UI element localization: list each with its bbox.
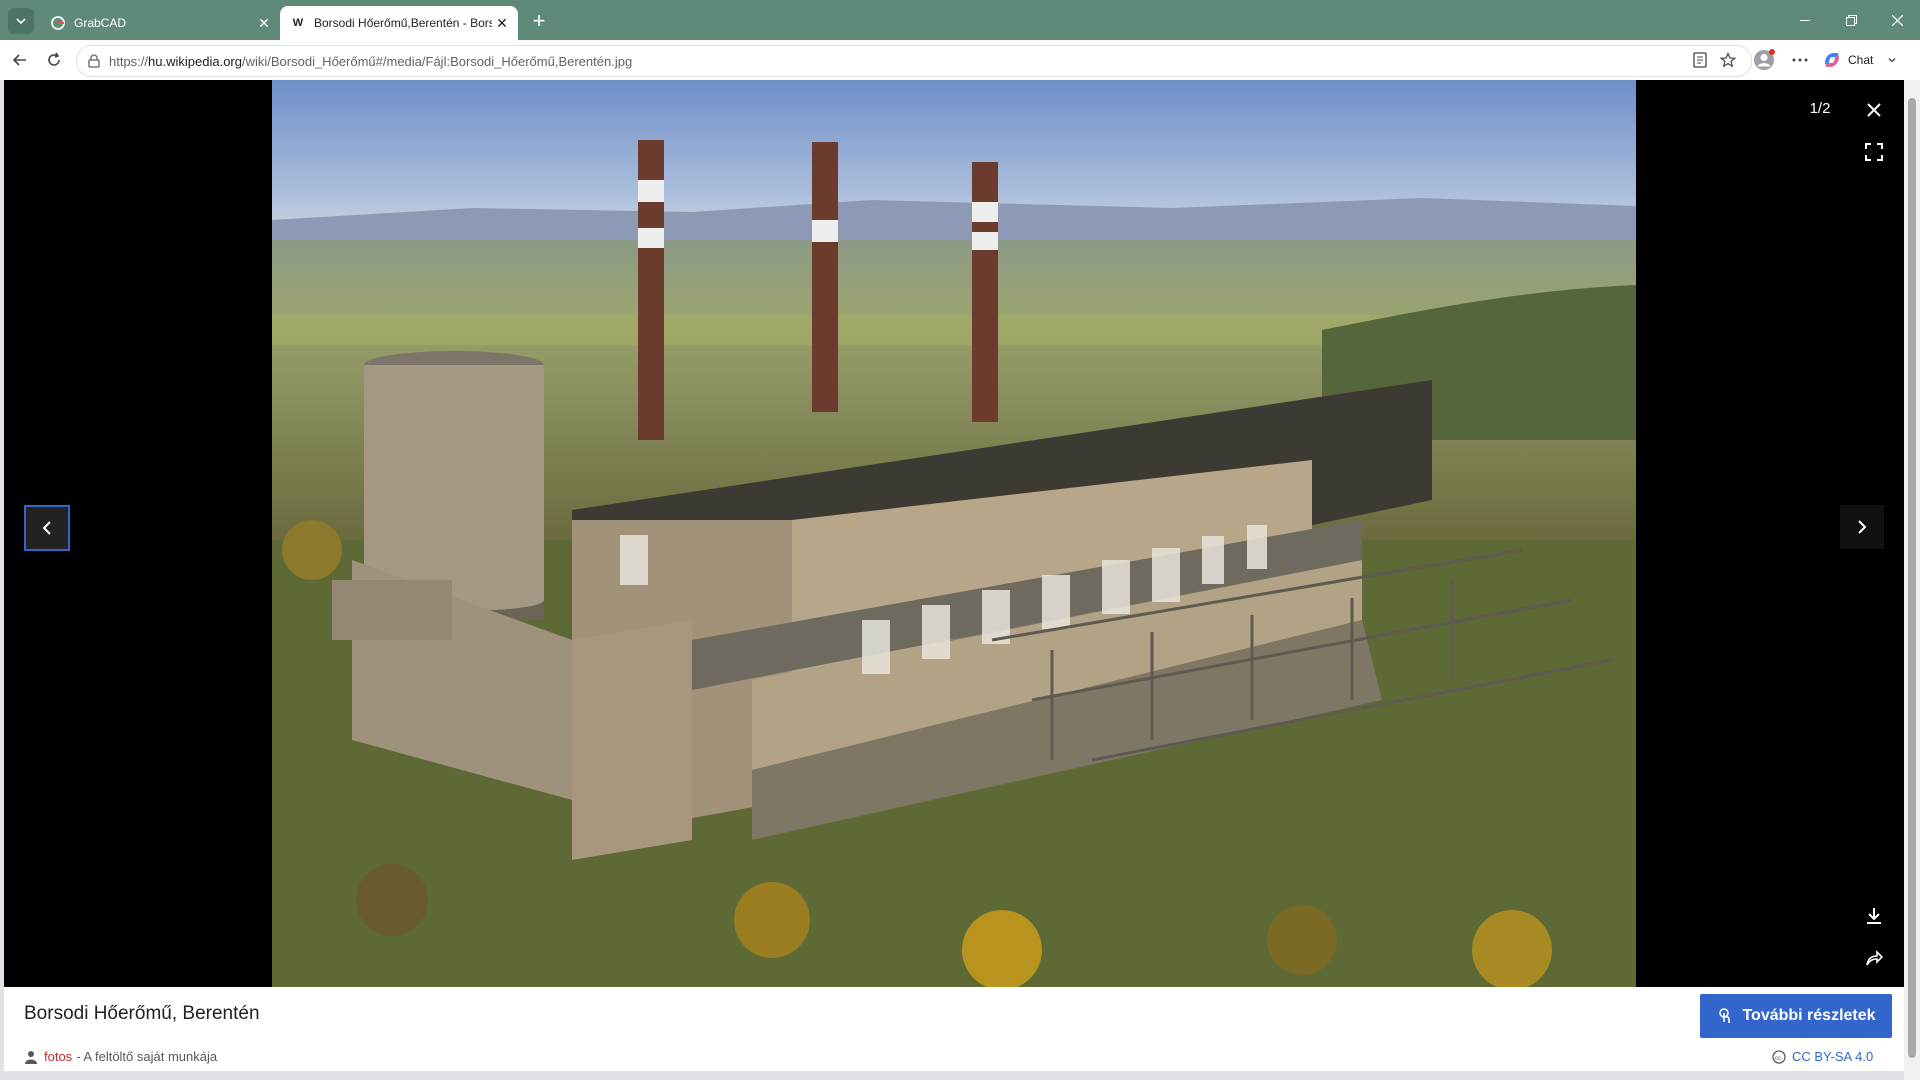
close-tab-icon[interactable]: ✕ xyxy=(254,13,274,33)
next-image-button[interactable] xyxy=(1840,505,1884,549)
minimize-icon xyxy=(1800,20,1810,21)
credits-bar: fotos - A feltöltő saját munkája cc CC B… xyxy=(4,1043,1904,1071)
user-icon xyxy=(25,1050,37,1064)
previous-image-button[interactable] xyxy=(24,505,70,551)
star-icon xyxy=(1720,52,1736,68)
author-link[interactable]: fotos xyxy=(44,1049,72,1064)
author-credit: fotos - A feltöltő saját munkája xyxy=(24,1049,217,1064)
tab-title: Borsodi Hőerőmű,Berentén - Borsodi Hőerő… xyxy=(314,16,492,30)
restore-icon xyxy=(1845,14,1857,26)
back-button[interactable] xyxy=(8,48,32,72)
avatar-icon xyxy=(1754,49,1775,70)
tab-search-button[interactable] xyxy=(8,8,34,34)
image-counter: 1/2 xyxy=(1809,99,1831,117)
chevron-down-icon xyxy=(16,18,26,25)
close-window-button[interactable] xyxy=(1874,0,1920,40)
license-label: CC BY-SA 4.0 xyxy=(1792,1049,1874,1064)
tab-title: GrabCAD xyxy=(74,16,127,30)
close-icon xyxy=(1891,14,1903,26)
favorite-button[interactable] xyxy=(1716,48,1740,72)
caption-bar: Borsodi Hőerőmű, Berentén További részle… xyxy=(4,987,1904,1044)
share-icon xyxy=(1866,950,1883,966)
copilot-chat-button[interactable]: Chat xyxy=(1822,48,1897,72)
close-icon xyxy=(1867,103,1881,117)
chevron-left-icon xyxy=(42,521,51,535)
fullscreen-icon xyxy=(1865,143,1883,161)
download-button[interactable] xyxy=(1860,902,1888,930)
close-viewer-button[interactable] xyxy=(1860,96,1888,124)
reload-button[interactable] xyxy=(42,48,66,72)
more-details-label: További részletek xyxy=(1742,1007,1876,1024)
reader-view-icon xyxy=(1693,52,1707,68)
copilot-icon xyxy=(1825,53,1839,67)
minimize-button[interactable] xyxy=(1782,0,1828,40)
close-tab-icon[interactable]: ✕ xyxy=(492,13,512,33)
page-scrollbar[interactable] xyxy=(1904,80,1920,1080)
site-info-icon[interactable] xyxy=(87,54,101,68)
chevron-down-icon xyxy=(1888,58,1896,63)
license-link[interactable]: cc CC BY-SA 4.0 xyxy=(1772,1049,1873,1064)
restore-button[interactable] xyxy=(1828,0,1874,40)
more-details-button[interactable]: További részletek xyxy=(1700,994,1892,1038)
grabcad-icon xyxy=(50,15,66,31)
wikipedia-icon: W xyxy=(292,17,304,29)
svg-text:cc: cc xyxy=(1775,1056,1781,1062)
back-arrow-icon xyxy=(12,54,26,66)
author-suffix: - A feltöltő saját munkája xyxy=(76,1049,218,1064)
download-icon xyxy=(1867,908,1881,924)
url-text: https://hu.wikipedia.org/wiki/Borsodi_Hő… xyxy=(109,53,633,69)
scrollbar-thumb[interactable] xyxy=(1908,98,1916,1058)
touch-icon xyxy=(1719,1008,1731,1023)
settings-more-button[interactable] xyxy=(1788,48,1812,72)
new-tab-button[interactable]: + xyxy=(526,8,552,34)
reader-view-button[interactable] xyxy=(1688,48,1712,72)
reload-icon xyxy=(48,52,60,66)
browser-toolbar: https://hu.wikipedia.org/wiki/Borsodi_Hő… xyxy=(0,40,1920,80)
fullscreen-button[interactable] xyxy=(1860,138,1888,166)
media-image xyxy=(272,80,1636,987)
media-viewer: 1/2 xyxy=(4,80,1904,987)
chat-label: Chat xyxy=(1848,53,1874,67)
image-caption: Borsodi Hőerőmű, Berentén xyxy=(24,1003,260,1024)
share-button[interactable] xyxy=(1860,944,1888,972)
more-horizontal-icon xyxy=(1792,58,1808,62)
profile-button[interactable] xyxy=(1752,48,1776,72)
browser-titlebar: GrabCAD ✕ W Borsodi Hőerőmű,Berentén - B… xyxy=(0,0,1920,40)
chevron-right-icon xyxy=(1858,520,1867,534)
address-bar[interactable]: https://hu.wikipedia.org/wiki/Borsodi_Hő… xyxy=(76,45,1752,77)
tab-wikipedia[interactable]: W Borsodi Hőerőmű,Berentén - Borsodi Hőe… xyxy=(280,6,518,40)
tab-grabcad[interactable]: GrabCAD ✕ xyxy=(40,6,280,40)
creative-commons-icon: cc xyxy=(1772,1049,1786,1064)
